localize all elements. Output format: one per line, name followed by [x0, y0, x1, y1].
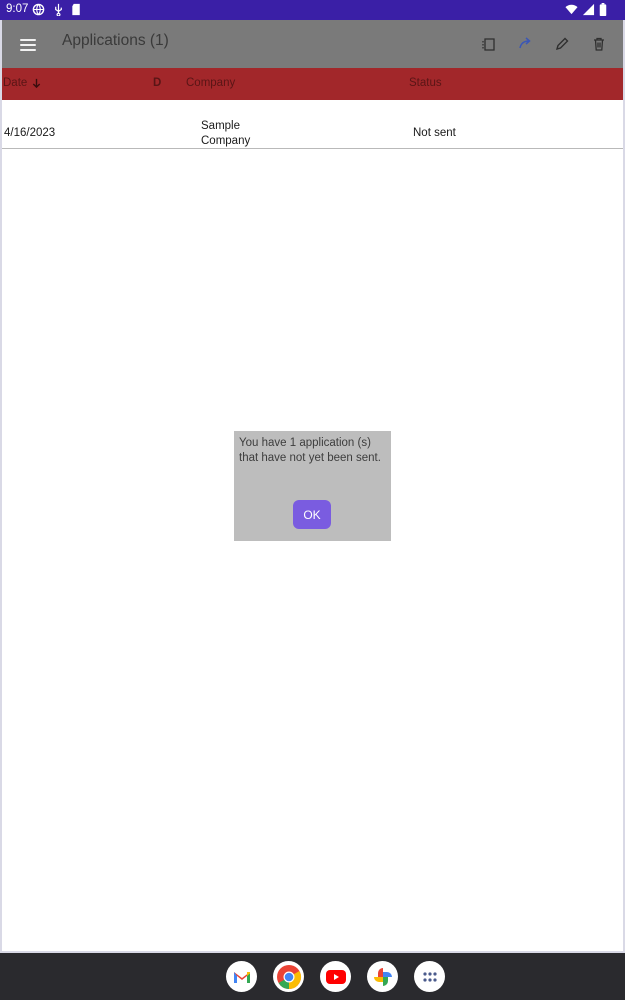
column-header-status[interactable]: Status: [409, 77, 442, 89]
dialog-message: You have 1 application (s) that have not…: [239, 437, 381, 464]
ok-button[interactable]: OK: [293, 500, 331, 529]
cell-status: Not sent: [413, 127, 456, 139]
copy-icon[interactable]: [479, 34, 499, 54]
vpn-globe-icon: [32, 3, 45, 16]
cell-date: 4/16/2023: [4, 127, 56, 139]
unsent-applications-dialog: You have 1 application (s) that have not…: [234, 431, 391, 541]
edit-pencil-icon[interactable]: [552, 34, 572, 54]
app-drawer-icon[interactable]: [414, 961, 445, 992]
battery-icon: [599, 3, 607, 16]
column-header-date-label: Date: [3, 77, 28, 89]
chrome-icon[interactable]: [273, 961, 304, 992]
sd-card-icon: [72, 3, 80, 16]
page-title: Applications (1): [62, 32, 169, 49]
status-time: 9:07: [6, 3, 29, 15]
app-toolbar: Applications (1): [2, 20, 623, 68]
hamburger-menu-icon[interactable]: [16, 36, 40, 54]
usb-icon: [55, 3, 62, 16]
gmail-icon[interactable]: [226, 961, 257, 992]
table-header: Date D Company Status: [2, 68, 623, 100]
column-header-company[interactable]: Company: [186, 77, 235, 89]
column-header-d[interactable]: D: [153, 77, 161, 89]
wifi-icon: [565, 4, 578, 15]
column-header-date[interactable]: Date: [3, 77, 42, 89]
dock-bar: [0, 953, 625, 1000]
cell-company: Sample Company: [201, 120, 251, 147]
status-bar: 9:07: [0, 0, 625, 20]
delete-trash-icon[interactable]: [589, 34, 609, 54]
send-icon[interactable]: [515, 34, 535, 54]
youtube-icon[interactable]: [320, 961, 351, 992]
signal-icon: [582, 3, 595, 16]
photos-icon[interactable]: [367, 961, 398, 992]
applications-table: 4/16/2023 Sample Company Not sent: [2, 100, 623, 149]
table-row[interactable]: 4/16/2023 Sample Company Not sent: [2, 100, 623, 149]
sort-descending-arrow-icon: [33, 78, 41, 88]
